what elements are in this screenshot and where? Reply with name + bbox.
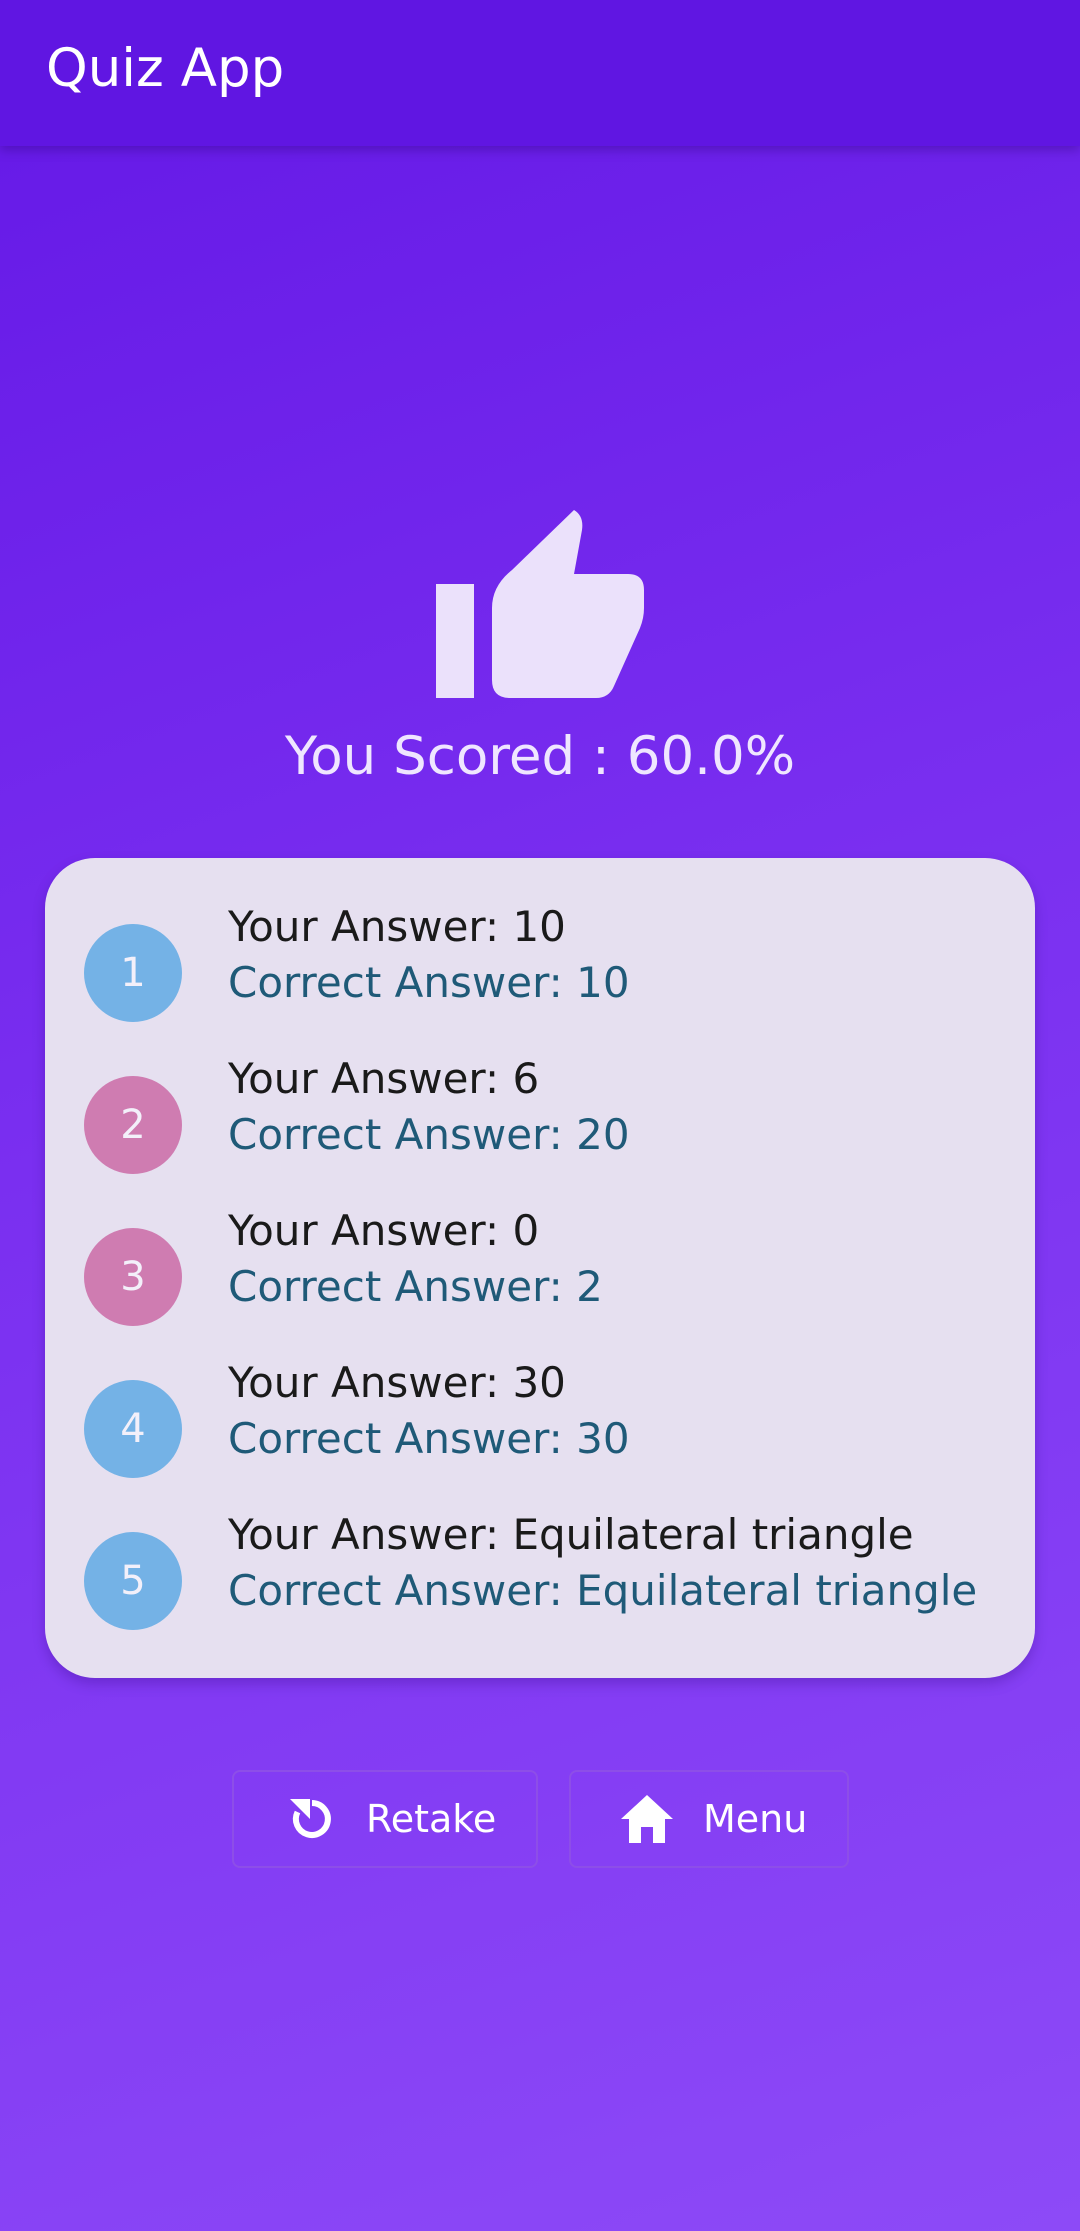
menu-button[interactable]: Menu [569, 1770, 849, 1868]
thumbs-up-icon [436, 510, 644, 698]
answer-row: 4 Your Answer: 30 Correct Answer: 30 [45, 1358, 1035, 1488]
question-number-badge: 4 [84, 1380, 182, 1478]
question-number-badge: 3 [84, 1228, 182, 1326]
answer-row: 3 Your Answer: 0 Correct Answer: 2 [45, 1206, 1035, 1336]
your-answer: Your Answer: 30 [228, 1358, 566, 1407]
correct-answer: Correct Answer: 10 [228, 958, 630, 1007]
correct-answer: Correct Answer: 2 [228, 1262, 603, 1311]
refresh-icon [290, 1799, 331, 1838]
app-title: Quiz App [46, 38, 285, 99]
retake-button[interactable]: Retake [232, 1770, 538, 1868]
answers-card: 1 Your Answer: 10 Correct Answer: 10 2 Y… [45, 858, 1035, 1678]
menu-label: Menu [703, 1797, 808, 1841]
retake-label: Retake [366, 1797, 497, 1841]
correct-answer: Correct Answer: 20 [228, 1110, 630, 1159]
question-number-badge: 1 [84, 924, 182, 1022]
question-number-badge: 2 [84, 1076, 182, 1174]
correct-answer: Correct Answer: 30 [228, 1414, 630, 1463]
answer-row: 2 Your Answer: 6 Correct Answer: 20 [45, 1054, 1035, 1184]
your-answer: Your Answer: 10 [228, 902, 566, 951]
answer-row: 1 Your Answer: 10 Correct Answer: 10 [45, 902, 1035, 1032]
answer-row: 5 Your Answer: Equilateral triangle Corr… [45, 1510, 1035, 1640]
home-icon [621, 1795, 673, 1843]
your-answer: Your Answer: 6 [228, 1054, 540, 1103]
score-text: You Scored : 60.0% [284, 726, 796, 787]
your-answer: Your Answer: Equilateral triangle [228, 1510, 914, 1559]
app-bar: Quiz App [0, 0, 1080, 146]
correct-answer: Correct Answer: Equilateral triangle [228, 1566, 978, 1615]
your-answer: Your Answer: 0 [228, 1206, 540, 1255]
question-number-badge: 5 [84, 1532, 182, 1630]
